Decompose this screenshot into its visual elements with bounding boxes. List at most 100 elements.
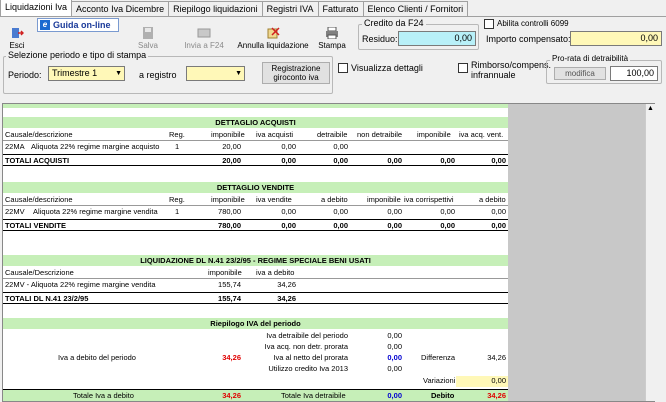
riepilogo-row: Iva acq. non detr. prorata 0,00 (3, 342, 508, 353)
col-iva-vent: iva acq. vent. (459, 130, 504, 139)
tab-elenco-clienti[interactable]: Elenco Clienti / Fornitori (362, 1, 469, 16)
help-icon: e (40, 20, 50, 30)
tab-riepilogo[interactable]: Riepilogo liquidazioni (168, 1, 263, 16)
cell: 155,74 (218, 280, 241, 289)
stampa-button[interactable]: Stampa (318, 18, 346, 50)
cell: TOTALI VENDITE (5, 221, 66, 230)
label: Iva acq. non detr. prorata (264, 342, 348, 351)
rimborso-checkbox[interactable] (458, 63, 468, 73)
label: Iva a debito del periodo (58, 353, 136, 362)
cell: 0,00 (281, 221, 296, 230)
salva-button[interactable]: Salva (136, 18, 160, 50)
cell: 1 (175, 142, 180, 151)
residuo-label: Residuo: (362, 34, 398, 44)
col-iva-acquisti: iva acquisti (256, 130, 294, 139)
label: Totale Iva a debito (73, 391, 134, 400)
label: Iva detraibile del periodo (266, 331, 348, 340)
tab-acconto-iva[interactable]: Acconto Iva Dicembre (71, 1, 170, 16)
cell: 34,26 (277, 280, 296, 289)
cell: Aliquota 22% regime margine vendita (33, 207, 158, 216)
value: 34,26 (487, 391, 506, 400)
cell: 0,00 (387, 207, 402, 216)
col-a-debito: a debito (321, 195, 348, 204)
residuo-field[interactable]: 0,00 (398, 31, 476, 46)
registrazione-giroconto-button[interactable]: Registrazione giroconto iva (262, 62, 330, 84)
cell: 0,00 (491, 156, 506, 165)
cell: 155,74 (218, 294, 241, 303)
abilita-controlli-checkbox[interactable] (484, 19, 494, 29)
send-icon (197, 28, 211, 38)
cell: 0,00 (333, 156, 348, 165)
value: 0,00 (456, 376, 508, 387)
value: 34,26 (222, 391, 241, 400)
invia-f24-button[interactable]: Invia a F24 (183, 18, 225, 50)
value: 0,00 (387, 364, 402, 373)
visualizza-dettagli-label: Visualizza dettagli (351, 63, 423, 73)
label: Utilizzo credito Iva 2013 (268, 364, 348, 373)
riepilogo-row: Iva detraibile del periodo 0,00 (3, 331, 508, 342)
col-causale: Causale/descrizione (5, 195, 73, 204)
save-icon (143, 27, 153, 39)
value: 0,00 (387, 331, 402, 340)
report-viewer: DETTAGLIO ACQUISTI Causale/descrizione R… (2, 103, 655, 402)
modifica-button[interactable]: modifica (554, 67, 606, 80)
col-iva-corrispettivi: iva corrispettivi (404, 195, 454, 204)
cell: 34,26 (277, 294, 296, 303)
periodo-select[interactable]: Trimestre 1 ▼ (48, 66, 125, 81)
cell: 0,00 (333, 221, 348, 230)
riepilogo-row: Iva a debito del periodo 34,26 Iva al ne… (3, 353, 508, 364)
vendite-total: TOTALI VENDITE 780,00 0,00 0,00 0,00 0,0… (3, 219, 508, 231)
tab-fatturato[interactable]: Fatturato (317, 1, 364, 16)
col-reg: Reg. (169, 130, 185, 139)
cancel-icon (267, 27, 280, 39)
exit-icon (12, 28, 24, 38)
cell: 0,00 (281, 207, 296, 216)
annulla-liquidazione-button[interactable]: Annulla liquidazione (237, 18, 309, 50)
acquisti-title: DETTAGLIO ACQUISTI (3, 117, 508, 128)
value: 34,26 (487, 353, 506, 362)
label: Differenza (421, 353, 456, 362)
esci-button[interactable]: Esci (4, 18, 30, 50)
col-reg: Reg. (169, 195, 185, 204)
cell: 22MV - Aliquota 22% regime margine vendi… (5, 280, 156, 289)
scroll-up-icon[interactable]: ▲ (647, 105, 654, 112)
tab-registri-iva[interactable]: Registri IVA (261, 1, 319, 16)
col-non-detraibile: non detraibile (357, 130, 403, 139)
col-imponibile: imponibile (208, 268, 242, 277)
cell: 0,00 (491, 207, 506, 216)
acquisti-header: Causale/descrizione Reg. imponibile iva … (3, 130, 508, 141)
cell: 0,00 (333, 142, 348, 151)
table-row: 22MA Aliquota 22% regime margine acquist… (3, 142, 508, 153)
guida-online-button[interactable]: e Guida on-line (37, 18, 119, 32)
registro-label: a registro (139, 70, 177, 80)
registro-select[interactable]: ▼ (186, 66, 245, 81)
vertical-scrollbar[interactable]: ▲ (645, 104, 655, 401)
riepilogo-row: Variazioni 0,00 (3, 376, 508, 387)
prorata-field[interactable]: 100,00 (610, 66, 658, 81)
label: Iva al netto del prorata (273, 353, 348, 362)
cell: TOTALI DL N.41 23/2/95 (5, 294, 89, 303)
vendite-header: Causale/descrizione Reg. imponibile iva … (3, 195, 508, 206)
cell: 0,00 (387, 221, 402, 230)
cell: 0,00 (387, 156, 402, 165)
cell: 1 (175, 207, 180, 216)
value: 0,00 (387, 353, 402, 362)
label: Variazioni (423, 376, 456, 385)
riepilogo-total: Totale Iva a debito 34,26 Totale Iva det… (3, 389, 508, 401)
table-row: 22MV - Aliquota 22% regime margine vendi… (3, 280, 508, 291)
acquisti-total: TOTALI ACQUISTI 20,00 0,00 0,00 0,00 0,0… (3, 154, 508, 166)
cell: 0,00 (281, 142, 296, 151)
tab-liquidazioni-iva[interactable]: Liquidazioni Iva (0, 0, 73, 16)
chevron-down-icon: ▼ (235, 70, 242, 77)
visualizza-dettagli-checkbox[interactable] (338, 63, 348, 73)
importo-compensato-field[interactable]: 0,00 (570, 31, 662, 46)
top-bar (3, 104, 508, 108)
vendite-title: DETTAGLIO VENDITE (3, 182, 508, 193)
cell: 780,00 (218, 207, 241, 216)
report-page: DETTAGLIO ACQUISTI Causale/descrizione R… (3, 104, 508, 401)
riepilogo-title: Riepilogo IVA del periodo (3, 318, 508, 329)
value: 0,00 (387, 342, 402, 351)
selezione-title: Selezione periodo e tipo di stampa (6, 50, 149, 60)
cell: 780,00 (218, 221, 241, 230)
cell: TOTALI ACQUISTI (5, 156, 70, 165)
